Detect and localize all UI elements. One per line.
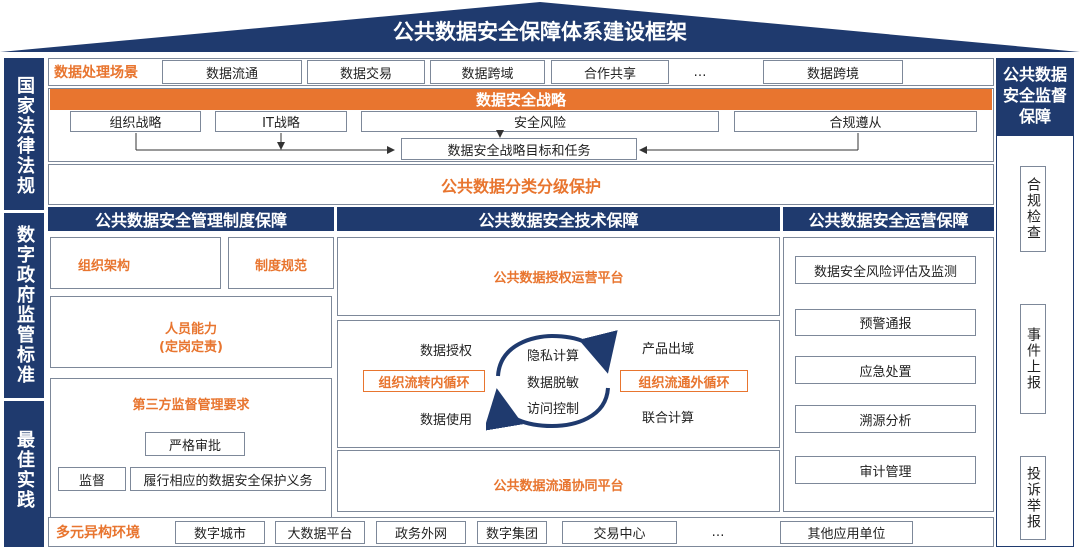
collab-platform-label: 公共数据流通协同平台: [493, 479, 624, 494]
staff-duty-label: (定岗定责): [159, 340, 223, 355]
pillar-standards: 数字政府监管标准: [14, 225, 35, 385]
env-item: 数字城市: [175, 521, 265, 544]
scenario-item: 数据跨域: [430, 60, 545, 84]
env-item: 交易中心: [562, 521, 677, 544]
product-out: 产品出域: [641, 341, 694, 357]
event-report: 事件上报: [1020, 304, 1046, 414]
environment-label: 多元异构环境: [56, 525, 140, 541]
framework-title: 公共数据安全保障体系建设框架: [393, 20, 687, 44]
scenario-item: 数据交易: [307, 60, 425, 84]
pillar-laws: 国家法律法规: [14, 76, 35, 196]
technology-title: 公共数据安全技术保障: [478, 211, 639, 230]
authorized-platform-label: 公共数据授权运营平台: [493, 271, 624, 286]
duty: 履行相应的数据安全保护义务: [130, 467, 326, 491]
supervise: 监督: [58, 467, 126, 491]
privacy-compute: 隐私计算: [526, 348, 579, 364]
pillar-best-practice: 最佳实践: [14, 430, 35, 510]
strict-approval: 严格审批: [145, 432, 245, 456]
right-pillar-title: 公共数据安全监督保障: [1002, 65, 1067, 126]
scenario-item: 合作共享: [551, 60, 669, 84]
staff-ability-label: 人员能力: [164, 322, 217, 337]
env-item: 政务外网: [376, 521, 466, 544]
joint-compute: 联合计算: [641, 410, 694, 426]
scenario-item: 数据流通: [162, 60, 302, 84]
operations-title: 公共数据安全运营保障: [808, 211, 969, 230]
ops-emergency: 应急处置: [795, 356, 976, 384]
env-ellipsis: …: [711, 525, 725, 540]
data-use: 数据使用: [419, 412, 472, 428]
ops-audit: 审计管理: [795, 456, 976, 484]
scenario-item: 数据跨境: [763, 60, 903, 84]
outer-loop: 组织流通外循环: [620, 370, 748, 392]
env-item: 其他应用单位: [780, 521, 913, 544]
access-control: 访问控制: [526, 401, 579, 417]
rules-label: 制度规范: [254, 259, 307, 274]
strategy-arrows: [135, 130, 859, 154]
data-auth: 数据授权: [419, 343, 472, 359]
complaint-report: 投诉举报: [1020, 456, 1046, 540]
scenario-ellipsis: …: [693, 64, 707, 80]
env-item: 数字集团: [477, 521, 547, 544]
scenario-label: 数据处理场景: [54, 65, 138, 81]
classification-title: 公共数据分类分级保护: [440, 176, 601, 196]
org-structure-label: 组织架构: [78, 259, 131, 274]
third-party-label: 第三方监督管理要求: [132, 398, 250, 413]
management-title: 公共数据安全管理制度保障: [94, 211, 287, 230]
compliance-check: 合规检查: [1020, 166, 1046, 252]
ops-trace: 溯源分析: [795, 405, 976, 433]
ops-warning: 预警通报: [795, 309, 976, 336]
data-masking: 数据脱敏: [526, 375, 579, 391]
env-item: 大数据平台: [275, 521, 365, 544]
ops-risk-assessment: 数据安全风险评估及监测: [795, 256, 976, 284]
inner-loop: 组织流转内循环: [363, 370, 485, 392]
